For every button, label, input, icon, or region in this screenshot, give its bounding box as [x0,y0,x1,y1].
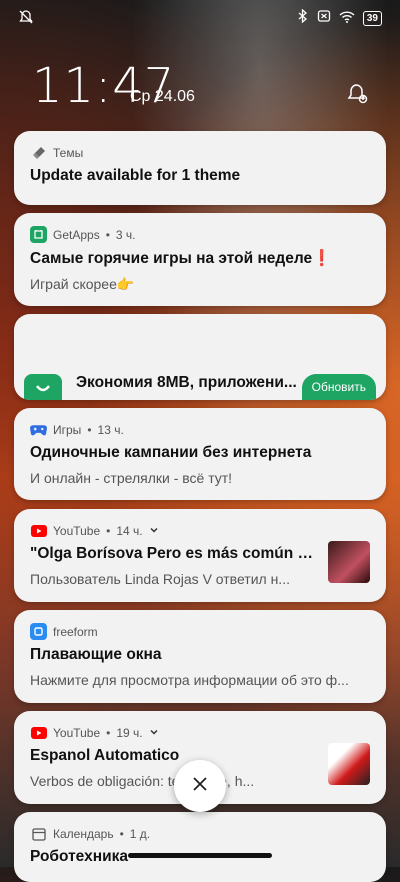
app-name: YouTube [53,725,101,740]
app-name: Темы [53,145,84,160]
freeform-icon [30,623,47,640]
sim-off-icon [317,9,331,28]
youtube-icon [30,724,47,741]
notification-body: И онлайн - стрелялки - всё тут! [30,470,233,486]
notification-themes[interactable]: Темы Update available for 1 theme [14,131,386,205]
update-button[interactable]: Обновить [301,374,376,400]
battery-indicator: 39 [362,11,382,26]
notification-app-update[interactable]: Экономия 8MB, приложени... Обновить [14,314,386,400]
gamepad-icon [30,421,47,438]
calendar-icon [30,825,47,842]
app-name: YouTube [53,523,101,538]
notification-calendar[interactable]: Календарь • 1 д. Роботехника [14,812,386,882]
chevron-down-icon[interactable] [149,524,159,538]
notification-youtube-1[interactable]: YouTube • 14 ч. "Olga Borísova Pero es m… [14,509,386,602]
notification-time: 13 ч. [97,422,124,437]
notification-games[interactable]: Игры • 13 ч. Одиночные кампании без инте… [14,408,386,500]
youtube-icon [30,522,47,539]
notification-getapps[interactable]: GetApps • 3 ч. Самые горячие игры на это… [14,213,386,306]
video-thumbnail [328,743,370,785]
notification-time: 14 ч. [116,523,143,538]
getapps-large-icon [24,374,62,400]
bell-off-icon [18,9,34,30]
app-name: Календарь [53,826,114,841]
notification-title: "Olga Borísova Pero es más común esc... [30,545,320,562]
notification-title: Update available for 1 theme [30,167,241,184]
brush-icon [30,144,47,161]
wifi-icon [339,10,355,28]
bluetooth-icon [297,8,309,28]
chevron-down-icon[interactable] [149,726,159,740]
app-name: freeform [53,624,98,639]
notification-body: Нажмите для просмотра информации об это … [30,672,349,688]
notification-title: Плавающие окна [30,646,162,663]
notification-settings-icon[interactable] [346,82,370,111]
notification-body: Пользователь Linda Rojas V ответил н... [30,571,290,587]
date: Ср 24.06 [130,88,195,105]
app-name: GetApps [53,227,100,242]
notification-body: Играй скорее👉 [30,276,135,292]
clear-all-button[interactable] [174,760,226,812]
app-name: Игры [53,422,82,437]
notification-time: 1 д. [129,826,151,841]
status-bar: 39 [0,0,400,36]
notification-title: Одиночные кампании без интернета [30,444,312,461]
notification-time: 3 ч. [115,227,136,242]
getapps-icon [30,226,47,243]
close-icon [192,776,208,797]
notification-time: 19 ч. [116,725,143,740]
notification-title: Самые горячие игры на этой неделе❗ [30,250,332,267]
home-indicator[interactable] [128,853,272,858]
notification-title: Экономия 8MB, приложени... [76,374,297,391]
notification-title: Espanol Automatico [30,747,180,764]
notification-freeform[interactable]: freeform Плавающие окна Нажмите для прос… [14,610,386,703]
video-thumbnail [328,541,370,583]
